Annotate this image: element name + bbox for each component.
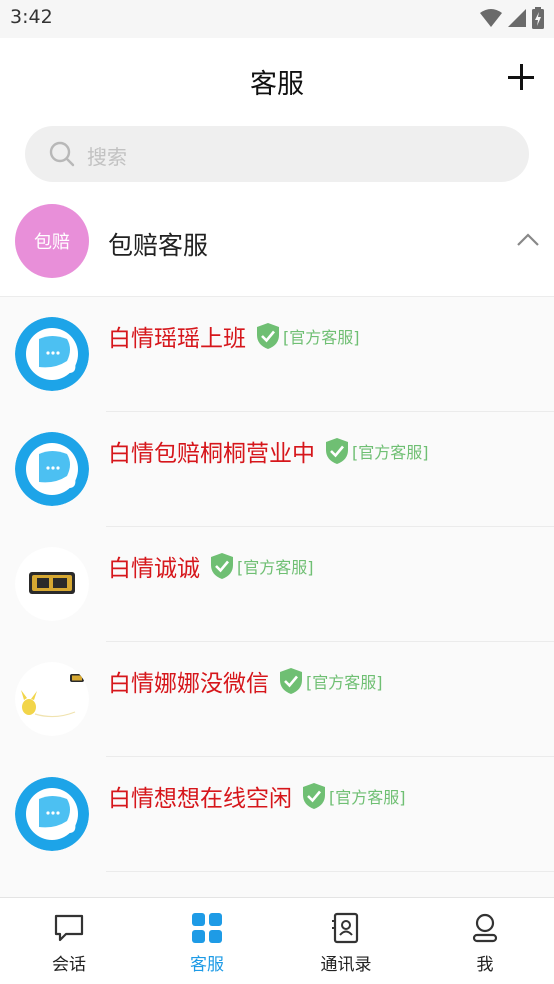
status-bar: 3:42 — [0, 0, 554, 38]
grid-icon — [192, 913, 222, 943]
list-item[interactable]: 白情包赔桐桐营业中 [官方客服] — [0, 412, 554, 527]
signal-icon — [508, 9, 526, 27]
group-name: 包赔客服 — [108, 231, 209, 260]
group-header-baopei[interactable]: 包赔 包赔客服 — [0, 190, 554, 297]
bottom-nav: 会话 客服 通讯录 我 — [0, 897, 554, 984]
system-icons — [480, 7, 544, 29]
verified-badge: [官方客服] — [256, 322, 360, 350]
shield-check-icon — [257, 323, 279, 349]
tab-label: 通讯录 — [320, 955, 372, 975]
verified-badge: [官方客服] — [210, 552, 314, 580]
tab-conversations[interactable]: 会话 — [0, 898, 138, 984]
profile-icon — [472, 913, 498, 943]
chat-bubble-avatar — [15, 317, 89, 391]
contact-name-row: 白情想想在线空闲 [官方客服] — [108, 779, 406, 813]
logo-avatar — [15, 547, 89, 621]
group-avatar: 包赔 — [15, 204, 89, 278]
contact-name: 白情想想在线空闲 — [108, 786, 292, 812]
pikachu-avatar — [15, 662, 89, 736]
official-tag: [官方客服] — [237, 558, 314, 577]
verified-badge: [官方客服] — [279, 667, 383, 695]
contact-name: 白情瑶瑶上班 — [108, 326, 246, 352]
list-item[interactable]: 白情想想在线空闲 [官方客服] — [0, 757, 554, 872]
contact-list: 白情瑶瑶上班 [官方客服] 白情包赔桐桐营业中 [官方客服] 白情诚诚 [官方客… — [0, 297, 554, 872]
chat-icon — [54, 914, 84, 942]
list-item[interactable]: 白情娜娜没微信 [官方客服] — [0, 642, 554, 757]
divider — [106, 871, 554, 872]
shield-check-icon — [211, 553, 233, 579]
status-time: 3:42 — [10, 6, 53, 28]
list-item[interactable]: 白情诚诚 [官方客服] — [0, 527, 554, 642]
tab-me[interactable]: 我 — [416, 898, 554, 984]
contact-name: 白情诚诚 — [108, 556, 200, 582]
verified-badge: [官方客服] — [302, 782, 406, 810]
tab-label: 会话 — [52, 955, 86, 975]
shield-check-icon — [326, 438, 348, 464]
tab-contacts[interactable]: 通讯录 — [277, 898, 415, 984]
group-avatar-text: 包赔 — [34, 232, 70, 253]
list-item[interactable]: 白情瑶瑶上班 [官方客服] — [0, 297, 554, 412]
chevron-up-icon[interactable] — [516, 232, 540, 248]
official-tag: [官方客服] — [329, 788, 406, 807]
shield-check-icon — [303, 783, 325, 809]
contact-name: 白情包赔桐桐营业中 — [108, 441, 315, 467]
search-input[interactable]: 搜索 — [25, 126, 529, 182]
chat-bubble-avatar — [15, 432, 89, 506]
tab-customer-service[interactable]: 客服 — [138, 898, 276, 984]
official-tag: [官方客服] — [352, 443, 429, 462]
chat-bubble-avatar — [15, 777, 89, 851]
screen: 3:42 客服 搜索 包赔 包赔客服 白情瑶瑶上班 [官方客服] 白情包赔桐桐营… — [0, 0, 554, 984]
wifi-icon — [480, 9, 502, 27]
verified-badge: [官方客服] — [325, 437, 429, 465]
contacts-book-icon — [332, 912, 359, 944]
search-icon — [49, 141, 75, 167]
battery-icon — [532, 7, 544, 29]
shield-check-icon — [280, 668, 302, 694]
add-icon[interactable] — [508, 64, 534, 90]
app-header: 客服 — [0, 38, 554, 122]
contact-name: 白情娜娜没微信 — [108, 671, 269, 697]
search-placeholder: 搜索 — [87, 145, 127, 169]
page-title: 客服 — [250, 69, 304, 100]
contact-name-row: 白情娜娜没微信 [官方客服] — [108, 664, 383, 698]
contact-name-row: 白情包赔桐桐营业中 [官方客服] — [108, 434, 429, 468]
official-tag: [官方客服] — [306, 673, 383, 692]
contact-name-row: 白情瑶瑶上班 [官方客服] — [108, 319, 360, 353]
search-bar-container: 搜索 — [0, 122, 554, 190]
official-tag: [官方客服] — [283, 328, 360, 347]
contact-name-row: 白情诚诚 [官方客服] — [108, 549, 314, 583]
tab-label: 客服 — [190, 955, 224, 975]
tab-label: 我 — [476, 955, 494, 975]
